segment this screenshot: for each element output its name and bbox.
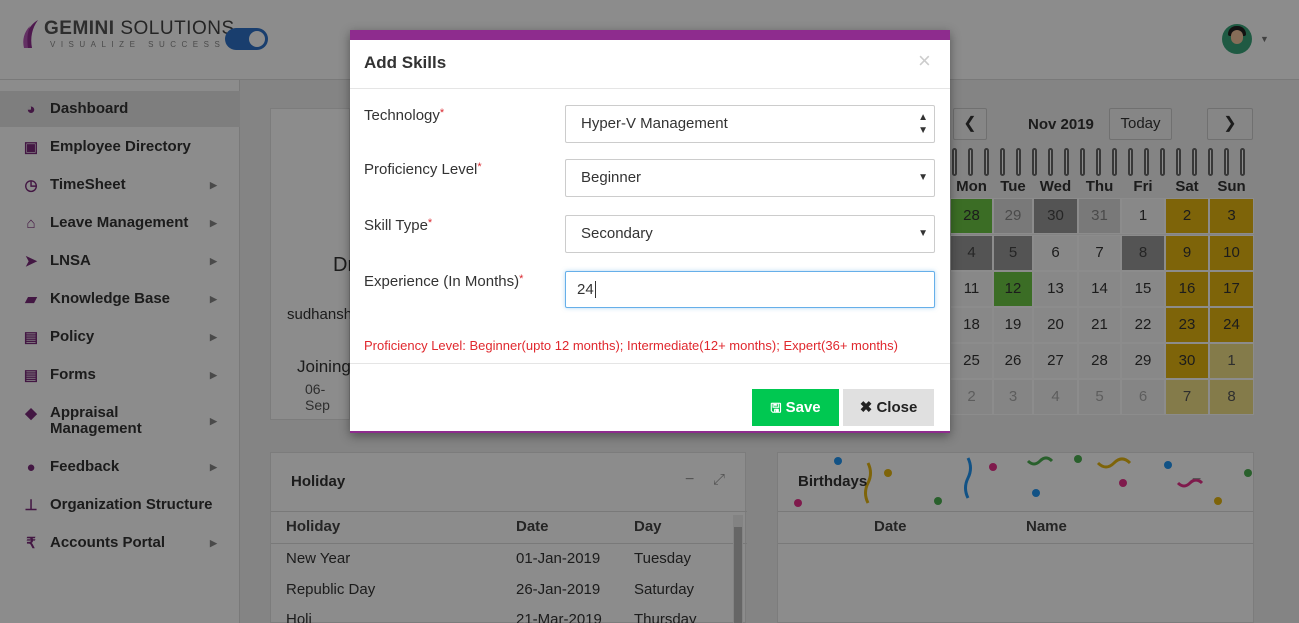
caret-down-icon: ▼ — [918, 172, 928, 183]
technology-select[interactable]: Hyper-V Management ▲ ▼ — [565, 105, 935, 143]
close-icon[interactable]: × — [918, 48, 931, 74]
add-skills-modal: Add Skills × Technology* Hyper-V Managem… — [350, 30, 950, 433]
proficiency-hint: Proficiency Level: Beginner(upto 12 mont… — [364, 338, 898, 353]
close-icon: ✖ — [859, 399, 873, 416]
sort-arrows-icon: ▲ ▼ — [918, 112, 928, 136]
modal-title: Add Skills — [364, 53, 447, 72]
proficiency-level-select[interactable]: Beginner ▼ — [565, 159, 935, 197]
experience-label: Experience (In Months)* — [364, 273, 524, 290]
caret-down-icon: ▼ — [918, 228, 928, 239]
skill-type-select[interactable]: Secondary ▼ — [565, 215, 935, 253]
save-button[interactable]: 🖫 Save — [752, 389, 839, 426]
skill-type-label: Skill Type* — [364, 217, 433, 234]
experience-input[interactable]: 24 — [565, 271, 935, 308]
technology-label: Technology* — [364, 107, 445, 124]
proficiency-level-label: Proficiency Level* — [364, 161, 482, 178]
save-icon: 🖫 — [770, 400, 782, 415]
close-button[interactable]: ✖ Close — [843, 389, 934, 426]
